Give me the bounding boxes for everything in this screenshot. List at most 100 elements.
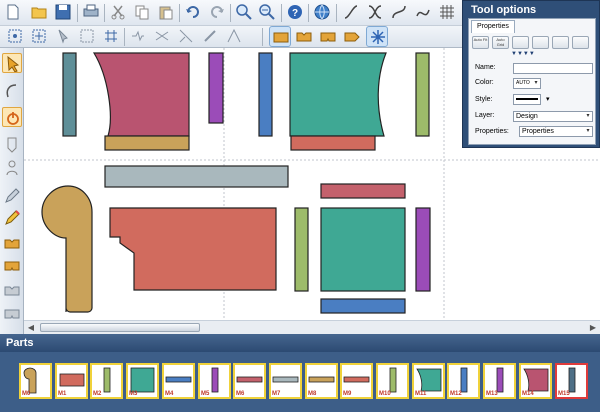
notch-icon[interactable] [269,26,291,47]
option-button-4[interactable] [532,36,549,49]
style-dropdown-icon[interactable]: ▾ [546,95,550,103]
split-icon[interactable] [151,26,173,47]
part-thumbnail[interactable]: M4 [162,363,195,399]
part-thumbnail[interactable]: M0 [19,363,52,399]
zoom-in-icon[interactable] [233,2,255,23]
part-thumbnail[interactable]: M2 [90,363,123,399]
align-icon[interactable] [76,26,98,47]
grid-icon[interactable] [436,2,458,23]
expand-arrows-icon[interactable]: ▼▼▼▼ [511,51,535,57]
piece-bar-rose[interactable] [320,183,406,199]
part-shape-fill [59,373,85,387]
color-value: AUTO [516,80,530,86]
link-icon[interactable] [127,26,149,47]
notch-tool-icon[interactable] [2,233,22,253]
color-picker[interactable]: AUTO ▾ [513,78,541,89]
auto-grid-button[interactable]: Auto Grid [492,36,509,49]
scroll-right-icon[interactable]: ▶ [588,323,598,332]
piece-trapezoid-teal[interactable] [289,52,387,137]
piece-bar-blue[interactable] [320,298,406,314]
save-icon[interactable] [52,2,74,23]
piece-icon[interactable] [2,135,22,155]
pin-icon[interactable] [52,26,74,47]
piece-trapezoid-rose[interactable] [92,52,190,137]
part-thumbnail[interactable]: M13 [483,363,516,399]
part-thumbnail[interactable]: M5 [198,363,231,399]
cut-icon[interactable] [107,2,129,23]
grade-icon[interactable] [223,26,245,47]
piece-square-teal[interactable] [320,207,406,292]
notch2-icon[interactable] [293,26,315,47]
properties-select[interactable]: Properties ▾ [519,126,593,137]
snap-icon[interactable] [199,26,221,47]
paste-icon[interactable] [155,2,177,23]
tab-properties[interactable]: Properties [471,20,515,33]
notch4-icon[interactable] [341,26,363,47]
redo-icon[interactable] [206,2,228,23]
part-thumbnail[interactable]: M6 [233,363,266,399]
name-label: Name: [475,64,496,71]
pen-icon[interactable] [2,186,22,206]
style-picker[interactable] [513,94,541,105]
undo-icon[interactable] [182,2,204,23]
option-button-3[interactable] [512,36,529,49]
option-button-6[interactable] [572,36,589,49]
pencil-icon[interactable] [2,208,22,228]
left-tool-strip [0,48,24,334]
properties-label: Properties: [475,128,509,135]
curve-icon[interactable] [340,2,362,23]
copy-icon[interactable] [131,2,153,23]
part-thumbnail[interactable]: M10 [376,363,409,399]
part-shape-fill [389,367,397,393]
notch-tool4-icon[interactable] [2,303,22,323]
help-icon[interactable]: ? [284,2,306,23]
print-icon[interactable] [80,2,102,23]
part-thumbnail[interactable]: M8 [305,363,338,399]
globe-icon[interactable] [311,2,333,23]
auto-fit-button[interactable]: Auto Fit [472,36,489,49]
part-thumbnail[interactable]: M14 [519,363,552,399]
part-thumbnail[interactable]: M7 [269,363,302,399]
arc-icon[interactable] [2,81,22,101]
option-button-5[interactable] [552,36,569,49]
piece-bar-gold[interactable] [104,135,190,151]
piece-slim-green-2[interactable] [294,207,309,292]
notch3-icon[interactable] [317,26,339,47]
piece-slim-purple[interactable] [208,52,224,124]
burst-icon[interactable] [366,26,388,47]
piece-slim-teal[interactable] [62,52,77,137]
node-icon[interactable] [4,26,26,47]
piece-slim-purple-2[interactable] [415,207,431,292]
cross-curve-icon[interactable] [364,2,386,23]
part-thumbnail[interactable]: M3 [126,363,159,399]
piece-round-gold[interactable] [41,185,93,313]
part-thumbnail[interactable]: M15 [555,363,588,399]
power-icon[interactable] [2,107,22,127]
part-thumbnail[interactable]: M1 [55,363,88,399]
layer-select[interactable]: Design ▾ [513,111,593,122]
notch-tool3-icon[interactable] [2,280,22,300]
part-thumbnail[interactable]: M9 [340,363,373,399]
mesh-icon[interactable] [100,26,122,47]
person-icon[interactable] [2,158,22,178]
piece-wide-salmon[interactable] [109,207,277,291]
name-field[interactable] [513,63,593,74]
s-curve-icon[interactable] [388,2,410,23]
node-move-icon[interactable] [28,26,50,47]
new-icon[interactable] [2,2,24,23]
piece-slim-green[interactable] [415,52,430,137]
horizontal-scrollbar[interactable]: ◀ ▶ [24,320,600,334]
scroll-thumb[interactable] [40,323,200,332]
notch-tool2-icon[interactable] [2,255,22,275]
piece-bar-salmon[interactable] [290,135,376,151]
piece-bar-grey[interactable] [104,165,289,188]
piece-slim-blue[interactable] [258,52,273,137]
warp-icon[interactable] [175,26,197,47]
select-arrow-icon[interactable] [2,53,22,73]
open-icon[interactable] [28,2,50,23]
part-thumbnail[interactable]: M11 [412,363,445,399]
scroll-left-icon[interactable]: ◀ [26,323,36,332]
part-thumbnail[interactable]: M12 [447,363,480,399]
zoom-out-icon[interactable] [256,2,278,23]
wave-icon[interactable] [412,2,434,23]
